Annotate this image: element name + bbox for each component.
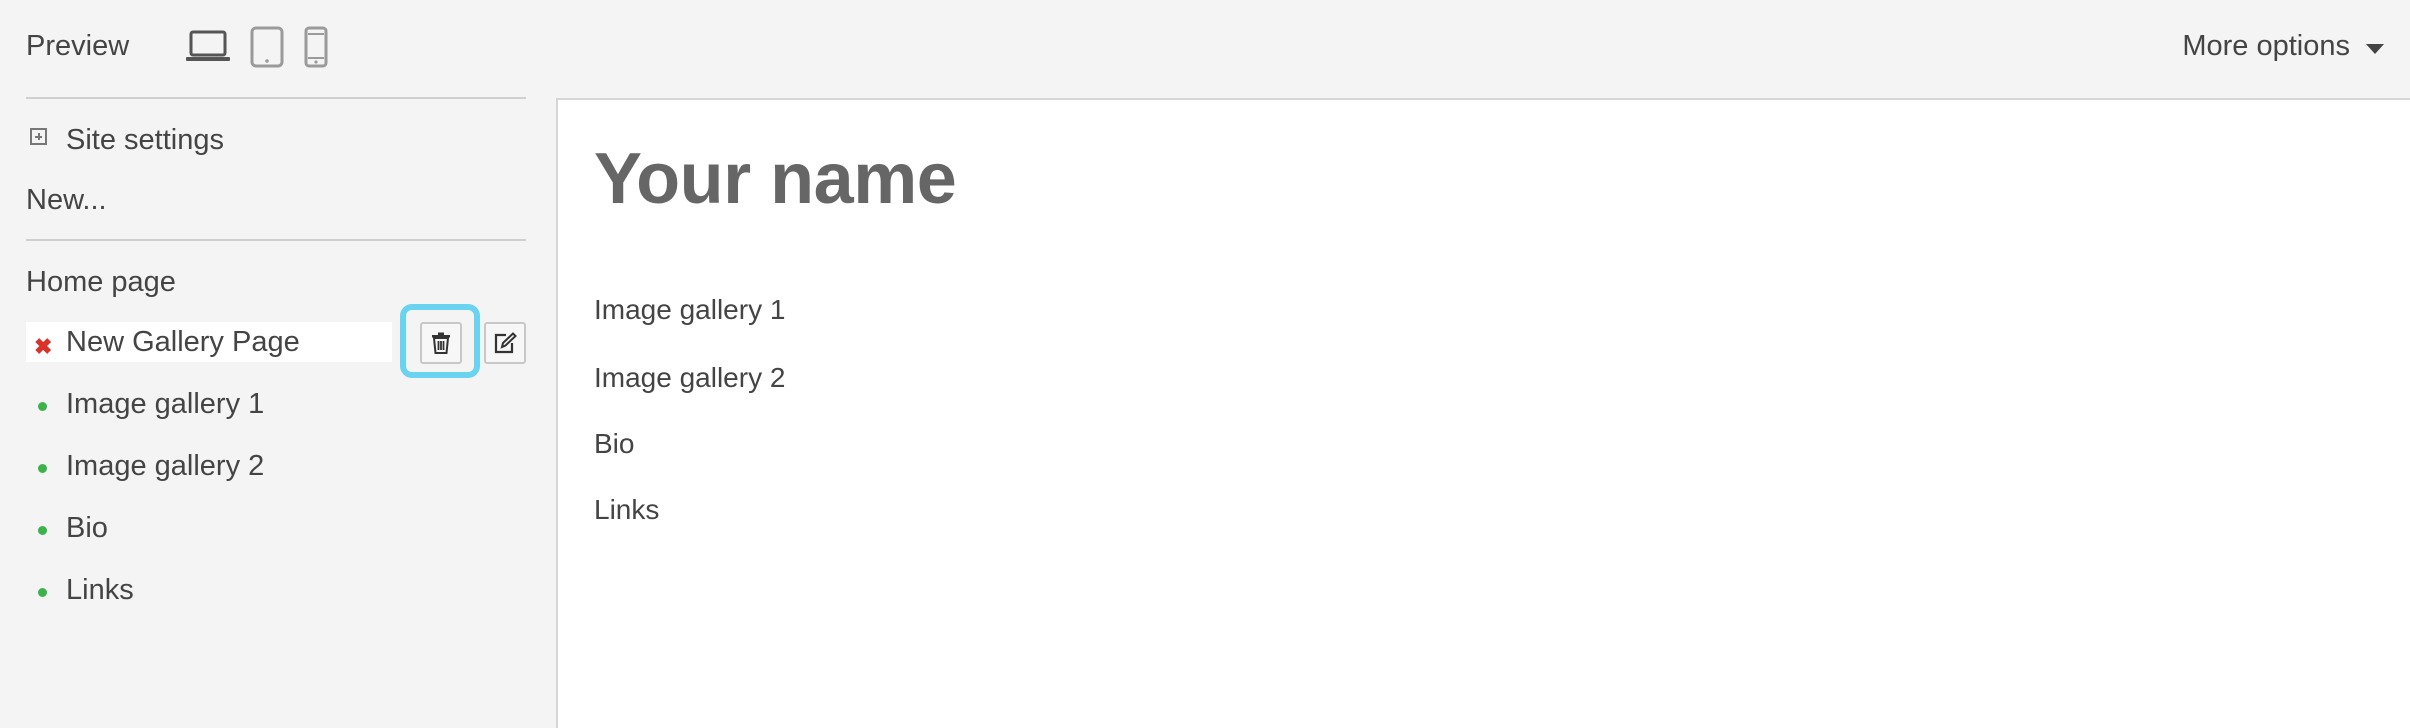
delete-page-button[interactable] [420, 322, 462, 364]
nav-link-image-gallery-1[interactable]: Image gallery 1 [594, 294, 785, 326]
sidebar-item-links[interactable]: Links [66, 574, 134, 607]
sidebar-item-home-page[interactable]: Home page [26, 266, 176, 299]
edit-page-button[interactable] [484, 322, 526, 364]
sidebar-item-image-gallery-2[interactable]: Image gallery 2 [66, 450, 264, 483]
published-dot-icon [38, 588, 47, 597]
nav-link-links[interactable]: Links [594, 494, 659, 526]
expand-icon[interactable] [30, 128, 47, 145]
sidebar-item-new-gallery-page[interactable]: New Gallery Page [66, 326, 300, 359]
tablet-icon[interactable] [250, 26, 284, 68]
top-bar: Preview More options [0, 0, 2410, 98]
site-title: Your name [594, 139, 957, 219]
published-dot-icon [38, 526, 47, 535]
phone-icon[interactable] [304, 26, 328, 68]
unsaved-x-icon: ✖ [34, 334, 53, 359]
edit-icon [494, 332, 517, 354]
divider [26, 239, 526, 241]
site-preview-pane: Your name Image gallery 1 Image gallery … [556, 98, 2410, 728]
laptop-icon[interactable] [184, 26, 232, 66]
more-options-label: More options [2182, 30, 2350, 62]
published-dot-icon [38, 402, 47, 411]
site-settings-link[interactable]: Site settings [66, 124, 224, 157]
trash-icon [432, 332, 450, 354]
sidebar-item-bio[interactable]: Bio [66, 512, 108, 545]
new-page-link[interactable]: New... [26, 184, 107, 217]
nav-link-image-gallery-2[interactable]: Image gallery 2 [594, 362, 785, 394]
divider [26, 97, 526, 99]
caret-down-icon [2366, 43, 2384, 54]
more-options-button[interactable]: More options [2182, 30, 2384, 63]
published-dot-icon [38, 464, 47, 473]
nav-link-bio[interactable]: Bio [594, 428, 634, 460]
preview-label: Preview [26, 30, 130, 62]
sidebar-item-image-gallery-1[interactable]: Image gallery 1 [66, 388, 264, 421]
